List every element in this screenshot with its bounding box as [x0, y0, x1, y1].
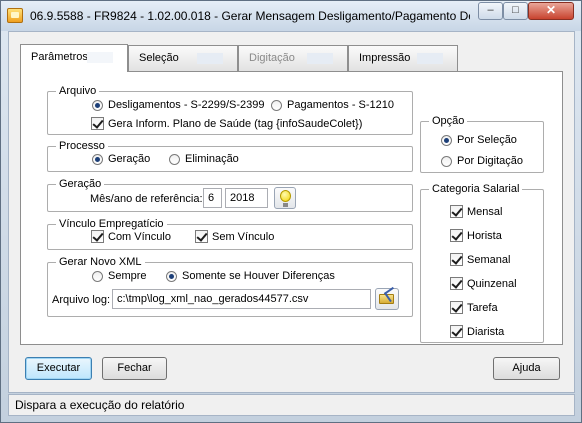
group-processo: Processo Geração Eliminação [47, 140, 413, 172]
categoria-label: Diarista [467, 325, 505, 338]
check-plano-saude[interactable]: Gera Inform. Plano de Saúde (tag {infoSa… [91, 117, 362, 130]
tab-label: Parâmetros [31, 51, 88, 63]
categoria-label: Tarefa [467, 301, 498, 314]
check-mensal[interactable]: Mensal [450, 205, 502, 218]
radio-geracao-label: Geração [108, 153, 151, 165]
radio-diferencas[interactable]: Somente se Houver Diferenças [166, 270, 335, 282]
categoria-label: Mensal [467, 205, 503, 218]
tab-label: Impressão [359, 52, 411, 64]
main-window: 06.9.5588 - FR9824 - 1.02.00.018 - Gerar… [0, 0, 582, 423]
tab-label: Digitação [249, 52, 295, 64]
tab-label: Seleção [139, 52, 179, 64]
checkbox[interactable] [91, 117, 104, 130]
close-button[interactable]: ✕ [528, 2, 574, 20]
folder-icon [379, 294, 394, 304]
lookup-button[interactable] [274, 187, 296, 209]
mes-input[interactable]: 6 [203, 188, 222, 208]
checkbox[interactable] [450, 253, 463, 266]
tab-digitacao[interactable]: Digitação [238, 45, 348, 71]
group-opcao-legend: Opção [429, 115, 468, 127]
status-bar: Dispara a execução do relatório [8, 394, 575, 416]
radio-pagamentos-label: Pagamentos - S-1210 [287, 99, 395, 111]
tab-impressao[interactable]: Impressão [348, 45, 458, 71]
check-diarista[interactable]: Diarista [450, 325, 504, 338]
group-arquivo: Arquivo Desligamentos - S-2299/S-2399 Pa… [47, 85, 413, 135]
tab-parametros[interactable]: Parâmetros [20, 44, 128, 72]
arquivo-log-label: Arquivo log: [52, 294, 111, 306]
radio-pagamentos[interactable]: Pagamentos - S-1210 [271, 99, 394, 111]
checkbox[interactable] [450, 277, 463, 290]
group-gerar-xml-legend: Gerar Novo XML [56, 256, 145, 268]
ano-input[interactable]: 2018 [225, 188, 268, 208]
check-plano-saude-label: Gera Inform. Plano de Saúde (tag {infoSa… [108, 117, 363, 130]
radio-eliminacao[interactable]: Eliminação [169, 153, 239, 165]
check-sem-vinculo[interactable]: Sem Vínculo [195, 230, 274, 243]
status-text: Dispara a execução do relatório [15, 398, 185, 412]
radio-dot[interactable] [166, 270, 177, 282]
group-vinculo-legend: Vínculo Empregatício [56, 218, 167, 230]
mes-ano-label: Mês/ano de referência: [90, 193, 203, 205]
fechar-button[interactable]: Fechar [102, 357, 167, 380]
browse-button[interactable] [375, 288, 399, 310]
radio-dot[interactable] [441, 155, 452, 167]
radio-por-selecao-label: Por Seleção [457, 134, 517, 146]
group-gerar-xml: Gerar Novo XML Sempre Somente se Houver … [47, 256, 413, 317]
ajuda-button[interactable]: Ajuda [493, 357, 560, 380]
check-com-vinculo[interactable]: Com Vínculo [91, 230, 171, 243]
check-semanal[interactable]: Semanal [450, 253, 510, 266]
group-categoria-legend: Categoria Salarial [429, 183, 523, 195]
checkbox[interactable] [450, 205, 463, 218]
executar-button[interactable]: Executar [25, 357, 92, 380]
radio-por-digitacao-label: Por Digitação [457, 155, 524, 167]
tab-selecao[interactable]: Seleção [128, 45, 238, 71]
check-tarefa[interactable]: Tarefa [450, 301, 498, 314]
window-title: 06.9.5588 - FR9824 - 1.02.00.018 - Gerar… [30, 9, 470, 23]
check-horista[interactable]: Horista [450, 229, 502, 242]
group-arquivo-legend: Arquivo [56, 85, 100, 97]
minimize-button[interactable]: – [478, 2, 503, 20]
tab-panel-parametros: Arquivo Desligamentos - S-2299/S-2399 Pa… [20, 71, 563, 345]
lightbulb-icon [280, 190, 291, 207]
categoria-label: Semanal [467, 253, 511, 266]
radio-desligamentos[interactable]: Desligamentos - S-2299/S-2399 [92, 99, 265, 111]
group-vinculo: Vínculo Empregatício Com Vínculo Sem Vín… [47, 218, 413, 250]
radio-por-digitacao[interactable]: Por Digitação [441, 155, 523, 167]
radio-geracao[interactable]: Geração [92, 153, 150, 165]
radio-diferencas-label: Somente se Houver Diferenças [182, 270, 335, 282]
checkbox[interactable] [450, 325, 463, 338]
radio-sempre-label: Sempre [108, 270, 147, 282]
group-geracao-legend: Geração [56, 178, 105, 190]
checkbox[interactable] [195, 230, 208, 243]
dialog-body: Parâmetros Seleção Digitação Impressão A… [8, 31, 575, 393]
radio-eliminacao-label: Eliminação [185, 153, 239, 165]
app-icon [7, 8, 23, 23]
group-processo-legend: Processo [56, 140, 108, 152]
checkbox[interactable] [91, 230, 104, 243]
group-categoria-salarial: Categoria Salarial Mensal Horista Semana… [420, 183, 544, 343]
checkbox[interactable] [450, 301, 463, 314]
radio-dot[interactable] [169, 153, 180, 165]
group-opcao: Opção Por Seleção Por Digitação [420, 115, 544, 173]
check-com-vinculo-label: Com Vínculo [108, 230, 171, 243]
radio-dot[interactable] [441, 134, 452, 146]
categoria-label: Horista [467, 229, 502, 242]
radio-dot[interactable] [92, 99, 103, 111]
arquivo-log-input[interactable]: c:\tmp\log_xml_nao_gerados44577.csv [112, 289, 371, 309]
radio-desligamentos-label: Desligamentos - S-2299/S-2399 [108, 99, 265, 111]
radio-dot[interactable] [92, 270, 103, 282]
checkbox[interactable] [450, 229, 463, 242]
radio-dot[interactable] [271, 99, 282, 111]
check-sem-vinculo-label: Sem Vínculo [212, 230, 275, 243]
radio-sempre[interactable]: Sempre [92, 270, 147, 282]
maximize-button[interactable]: □ [503, 2, 528, 20]
radio-dot[interactable] [92, 153, 103, 165]
radio-por-selecao[interactable]: Por Seleção [441, 134, 517, 146]
title-bar[interactable]: 06.9.5588 - FR9824 - 1.02.00.018 - Gerar… [1, 1, 581, 31]
check-quinzenal[interactable]: Quinzenal [450, 277, 517, 290]
group-geracao: Geração Mês/ano de referência: 6 2018 [47, 178, 413, 212]
categoria-label: Quinzenal [467, 277, 517, 290]
